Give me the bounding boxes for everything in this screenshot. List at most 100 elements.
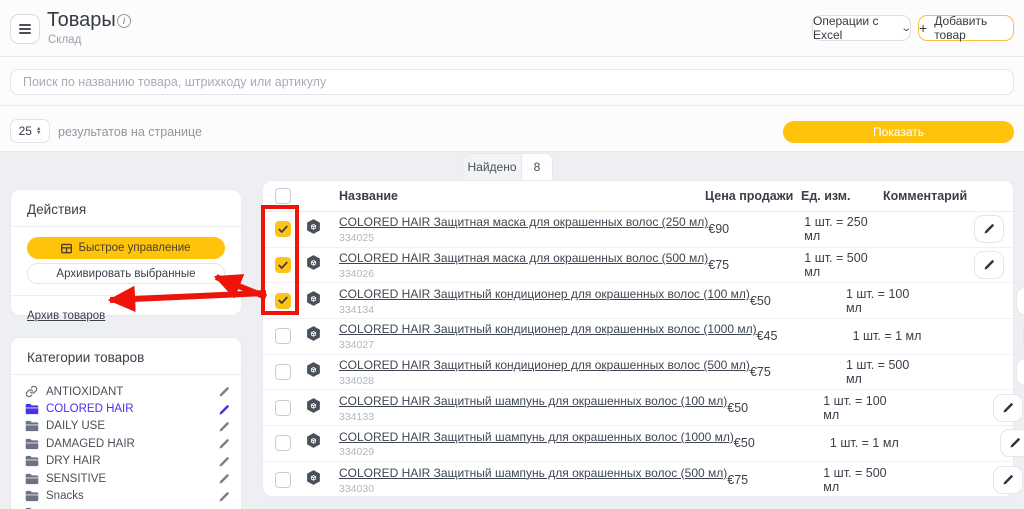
edit-category-pencil-icon[interactable] [218, 490, 231, 503]
product-name-cell: COLORED HAIR Защитный кондиционер для ок… [339, 321, 757, 351]
product-name-link[interactable]: COLORED HAIR Защитный шампунь для окраше… [339, 467, 727, 481]
package-icon [305, 397, 339, 419]
edit-product-button[interactable] [993, 394, 1023, 422]
product-name-cell: COLORED HAIR Защитный шампунь для окраше… [339, 393, 727, 423]
row-checkbox[interactable] [275, 221, 291, 237]
archive-products-link[interactable]: Архив товаров [27, 310, 105, 322]
actions-panel: Действия Быстрое управление Архивировать… [10, 189, 242, 316]
product-price: €90 [708, 222, 804, 236]
package-icon [305, 361, 339, 383]
quick-management-button[interactable]: Быстрое управление [27, 237, 225, 259]
product-sku: 334025 [339, 232, 708, 244]
category-item[interactable]: SENSITIVE [25, 470, 231, 487]
package-icon [305, 432, 339, 454]
category-label: DAMAGED HAIR [46, 438, 218, 450]
row-checkbox[interactable] [275, 400, 291, 416]
product-name-link[interactable]: COLORED HAIR Защитный шампунь для окраше… [339, 395, 727, 409]
edit-product-button[interactable] [1000, 429, 1024, 457]
edit-product-button[interactable] [974, 215, 1004, 243]
search-input[interactable] [10, 69, 1014, 95]
edit-product-button[interactable] [974, 251, 1004, 279]
product-price: €75 [727, 473, 823, 487]
table-row: COLORED HAIR Защитный кондиционер для ок… [263, 283, 1013, 319]
show-button[interactable]: Показать [783, 121, 1014, 143]
edit-category-pencil-icon[interactable] [218, 403, 231, 416]
table-row: COLORED HAIR Защитный шампунь для окраше… [263, 462, 1013, 498]
excel-operations-button[interactable]: Операции с Excel ⌄ [812, 15, 911, 41]
product-unit: 1 шт. = 500 мл [846, 358, 922, 386]
product-sku: 334026 [339, 268, 708, 280]
product-unit: 1 шт. = 500 мл [804, 251, 880, 279]
package-icon [305, 218, 339, 240]
product-sku: 334030 [339, 483, 727, 495]
category-item[interactable]: Snacks [25, 487, 231, 504]
per-page-label: результатов на странице [58, 125, 202, 139]
row-checkbox[interactable] [275, 257, 291, 273]
table-header-row: Название Цена продажи Ед. изм. Комментар… [263, 181, 1013, 212]
add-product-label: Добавить товар [934, 14, 1013, 42]
folder-icon [25, 455, 39, 468]
product-price: €50 [727, 401, 823, 415]
product-name-cell: COLORED HAIR Защитная маска для окрашенн… [339, 250, 708, 280]
row-checkbox[interactable] [275, 293, 291, 309]
product-price: €75 [750, 365, 846, 379]
category-item[interactable]: DAILY USE [25, 418, 231, 435]
category-label: Snacks [46, 490, 218, 502]
category-label: SENSITIVE [46, 473, 218, 485]
edit-category-pencil-icon[interactable] [218, 420, 231, 433]
package-icon [305, 290, 339, 312]
category-item[interactable]: DRY HAIR [25, 453, 231, 470]
product-name-link[interactable]: COLORED HAIR Защитная маска для окрашенн… [339, 216, 708, 230]
category-item[interactable]: ANTIOXIDANT [25, 383, 231, 400]
product-sku: 334029 [339, 446, 734, 458]
edit-product-button[interactable] [1016, 358, 1024, 386]
col-comment: Комментарий [877, 189, 961, 203]
select-all-checkbox[interactable] [275, 188, 291, 204]
edit-product-button[interactable] [993, 466, 1023, 494]
edit-category-pencil-icon[interactable] [218, 437, 231, 450]
link-icon [25, 385, 39, 398]
table-body: COLORED HAIR Защитная маска для окрашенн… [263, 212, 1013, 498]
table-row: COLORED HAIR Защитный кондиционер для ок… [263, 355, 1013, 391]
package-icon [305, 325, 339, 347]
product-unit: 1 шт. = 100 мл [846, 287, 922, 315]
per-page-select[interactable]: 25 ▲▼ [10, 119, 50, 143]
category-label: DRY HAIR [46, 455, 218, 467]
hamburger-menu-button[interactable] [10, 14, 40, 44]
products-table: Название Цена продажи Ед. изм. Комментар… [262, 180, 1014, 497]
product-name-link[interactable]: COLORED HAIR Защитный шампунь для окраше… [339, 431, 734, 445]
edit-category-pencil-icon[interactable] [218, 472, 231, 485]
row-checkbox[interactable] [275, 472, 291, 488]
row-checkbox[interactable] [275, 435, 291, 451]
add-product-button[interactable]: + Добавить товар [918, 15, 1014, 41]
product-unit: 1 шт. = 1 мл [830, 436, 906, 450]
folder-icon [25, 403, 39, 416]
edit-category-pencil-icon[interactable] [218, 385, 231, 398]
product-price: €75 [708, 258, 804, 272]
grid-icon [61, 243, 72, 254]
updown-arrows-icon: ▲▼ [36, 127, 41, 136]
row-checkbox[interactable] [275, 328, 291, 344]
edit-product-button[interactable] [1016, 287, 1024, 315]
info-icon[interactable]: i [117, 14, 131, 28]
folder-icon [25, 472, 39, 485]
product-name-cell: COLORED HAIR Защитный кондиционер для ок… [339, 357, 750, 387]
product-price: €50 [734, 436, 830, 450]
results-count-badge: 8 [522, 154, 552, 180]
results-tab[interactable]: Найдено 8 [462, 153, 553, 180]
product-name-cell: COLORED HAIR Защитная маска для окрашенн… [339, 214, 708, 244]
edit-category-pencil-icon[interactable] [218, 455, 231, 468]
results-tab-label: Найдено [463, 154, 522, 180]
row-checkbox[interactable] [275, 364, 291, 380]
product-name-link[interactable]: COLORED HAIR Защитный кондиционер для ок… [339, 323, 757, 337]
category-label: COLORED HAIR [46, 403, 218, 415]
quick-management-label: Быстрое управление [78, 242, 190, 254]
product-name-link[interactable]: COLORED HAIR Защитная маска для окрашенн… [339, 252, 708, 266]
category-item[interactable] [25, 505, 231, 509]
archive-selected-button[interactable]: Архивировать выбранные [27, 263, 225, 284]
product-name-link[interactable]: COLORED HAIR Защитный кондиционер для ок… [339, 359, 750, 373]
product-name-link[interactable]: COLORED HAIR Защитный кондиционер для ок… [339, 288, 750, 302]
actions-panel-title: Действия [11, 190, 241, 227]
category-item[interactable]: DAMAGED HAIR [25, 435, 231, 452]
category-item[interactable]: COLORED HAIR [25, 400, 231, 417]
